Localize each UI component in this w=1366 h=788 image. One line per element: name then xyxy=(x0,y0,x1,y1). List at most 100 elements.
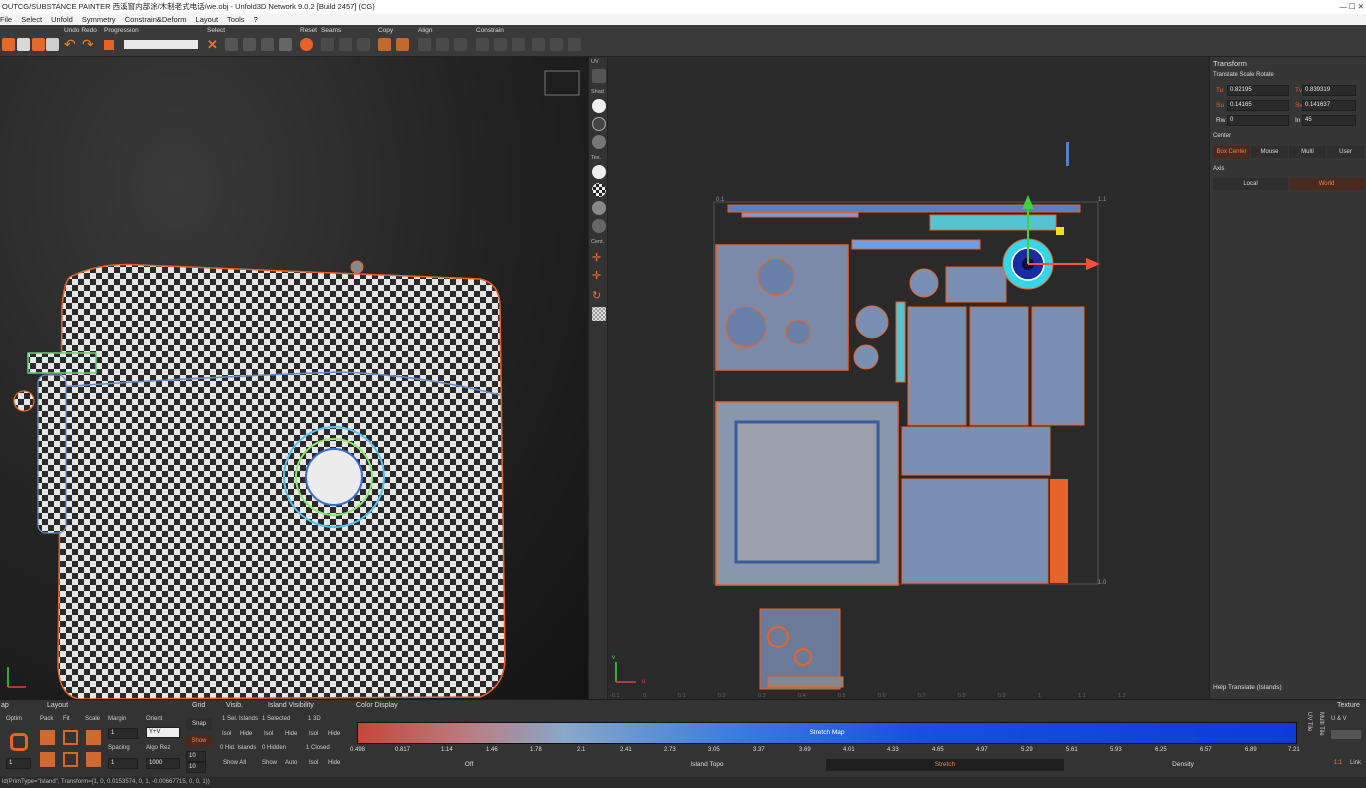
wireframe-sphere-icon[interactable] xyxy=(592,117,606,131)
closed-isol-button[interactable]: Isol xyxy=(309,760,318,766)
center-user-button[interactable]: User xyxy=(1327,146,1364,158)
mode-off-button[interactable]: Off xyxy=(350,759,588,771)
save-as-icon[interactable] xyxy=(32,38,45,51)
viewport-uv[interactable]: 0.1 1.1 1.0 u v -0.1 0 0.1 0.2 0.3 0.4 0… xyxy=(608,57,1209,699)
menu-file[interactable]: File xyxy=(0,15,12,24)
align-left-icon[interactable] xyxy=(418,38,431,51)
constrain-grid-icon[interactable] xyxy=(550,38,563,51)
undo-icon[interactable]: ↶ xyxy=(64,37,77,51)
scale-button[interactable] xyxy=(86,730,101,745)
island-hide-button[interactable]: Hide xyxy=(285,731,297,737)
menu-bar: File Select Unfold Symmetry Constrain&De… xyxy=(0,14,1366,25)
island-isol-button[interactable]: Isol xyxy=(264,731,273,737)
mode-density-button[interactable]: Density xyxy=(1064,759,1302,771)
axis-world-button[interactable]: World xyxy=(1289,178,1364,190)
menu-layout[interactable]: Layout xyxy=(196,15,219,24)
closed-hide-button[interactable]: Hide xyxy=(328,760,340,766)
three-d-hide-button[interactable]: Hide xyxy=(328,731,340,737)
center-mouse-button[interactable]: Mouse xyxy=(1251,146,1288,158)
in-input[interactable]: 45 xyxy=(1302,115,1356,126)
redo-icon[interactable]: ↷ xyxy=(82,37,95,51)
align-right-icon[interactable] xyxy=(454,38,467,51)
texture-u-icon[interactable] xyxy=(592,219,606,233)
menu-tools[interactable]: Tools xyxy=(227,15,245,24)
stop-icon[interactable] xyxy=(104,40,114,50)
three-d-isol-button[interactable]: Isol xyxy=(309,731,318,737)
mode-stretch-button[interactable]: Stretch xyxy=(826,759,1064,771)
paste-icon[interactable] xyxy=(396,38,409,51)
checker-icon[interactable] xyxy=(592,183,606,197)
axis-u-label: u xyxy=(642,679,645,685)
rotate-view-icon[interactable]: ↻ xyxy=(592,289,606,303)
grid-show-button[interactable]: Show xyxy=(186,735,212,747)
constrain-edge-icon[interactable] xyxy=(512,38,525,51)
frame-icon[interactable] xyxy=(592,69,606,83)
tu-input[interactable]: 0.82195 xyxy=(1227,85,1289,96)
link-button[interactable]: Link xyxy=(1350,760,1361,766)
center-box-center-button[interactable]: Box Center xyxy=(1213,146,1250,158)
save-icon[interactable] xyxy=(17,38,30,51)
texture-map-icon[interactable] xyxy=(592,201,606,215)
visib-hide-button[interactable]: Hide xyxy=(240,731,252,737)
unpin-icon[interactable] xyxy=(494,38,507,51)
rw-input[interactable]: 0 xyxy=(1227,115,1289,126)
texture-slider[interactable] xyxy=(1331,730,1361,739)
left-value-input[interactable]: 1 xyxy=(6,758,31,769)
grid-b-input[interactable]: 10 xyxy=(186,762,206,773)
island-show-button[interactable]: Show xyxy=(262,760,277,766)
margin-input[interactable]: 1 xyxy=(108,728,138,739)
pack-selected-button[interactable] xyxy=(40,752,55,767)
axis-local-button[interactable]: Local xyxy=(1213,178,1288,190)
tv-input[interactable]: 0.839319 xyxy=(1302,85,1356,96)
window-controls[interactable]: — ☐ ✕ xyxy=(1339,0,1364,14)
fit-selected-button[interactable] xyxy=(63,752,78,767)
reset-icon[interactable] xyxy=(300,38,313,51)
fit-button[interactable] xyxy=(63,730,78,745)
snap-button[interactable]: Snap xyxy=(186,718,212,730)
island-auto-button[interactable]: Auto xyxy=(285,760,297,766)
copy-icon[interactable] xyxy=(378,38,391,51)
spacing-input[interactable]: 1 xyxy=(108,758,138,769)
select-edge-icon[interactable] xyxy=(243,38,256,51)
scale-tick: 1.78 xyxy=(530,747,542,753)
pin-icon[interactable] xyxy=(476,38,489,51)
su-input[interactable]: 0.14165 xyxy=(1227,100,1289,111)
uv-grid-icon[interactable] xyxy=(592,307,606,321)
center-move-icon[interactable]: ✛ xyxy=(592,251,606,265)
grid-a-input[interactable]: 10 xyxy=(186,751,206,762)
select-face-icon[interactable] xyxy=(261,38,274,51)
optimize-button[interactable] xyxy=(10,733,28,751)
viewport-3d[interactable] xyxy=(0,57,588,699)
menu-help[interactable]: ? xyxy=(254,15,258,24)
menu-select[interactable]: Select xyxy=(21,15,42,24)
orient-select[interactable]: Y+V xyxy=(146,727,180,738)
weld-icon[interactable] xyxy=(339,38,352,51)
select-vertex-icon[interactable] xyxy=(225,38,238,51)
visib-isol-button[interactable]: Isol xyxy=(222,731,231,737)
pack-button[interactable] xyxy=(40,730,55,745)
menu-symmetry[interactable]: Symmetry xyxy=(82,15,116,24)
select-island-icon[interactable] xyxy=(279,38,292,51)
cut-icon[interactable] xyxy=(321,38,334,51)
deselect-icon[interactable]: ✕ xyxy=(207,38,220,51)
align-center-icon[interactable] xyxy=(436,38,449,51)
center-pivot-icon[interactable]: ✛ xyxy=(592,269,606,283)
menu-constrain-deform[interactable]: Constrain&Deform xyxy=(125,15,187,24)
shaded-sphere-icon[interactable] xyxy=(592,99,606,113)
shaded-wire-sphere-icon[interactable] xyxy=(592,135,606,149)
constrain-vertical-icon[interactable] xyxy=(532,38,545,51)
algo-rez-input[interactable]: 1000 xyxy=(146,758,180,769)
show-all-button[interactable]: Show All xyxy=(223,760,246,766)
mode-island-topo-button[interactable]: Island Topo xyxy=(588,759,826,771)
scale-selected-button[interactable] xyxy=(86,752,101,767)
sv-input[interactable]: 0.141637 xyxy=(1302,100,1356,111)
center-multi-button[interactable]: Multi xyxy=(1289,146,1326,158)
ratio-button[interactable]: 1:1 xyxy=(1334,760,1342,766)
camera-icon[interactable] xyxy=(46,38,59,51)
texture-white-icon[interactable] xyxy=(592,165,606,179)
open-icon[interactable] xyxy=(2,38,15,51)
seam-brush-icon[interactable] xyxy=(357,38,370,51)
help-translate-link[interactable]: Help Translate (Islands) xyxy=(1213,684,1282,691)
constrain-cross-icon[interactable] xyxy=(568,38,581,51)
menu-unfold[interactable]: Unfold xyxy=(51,15,73,24)
